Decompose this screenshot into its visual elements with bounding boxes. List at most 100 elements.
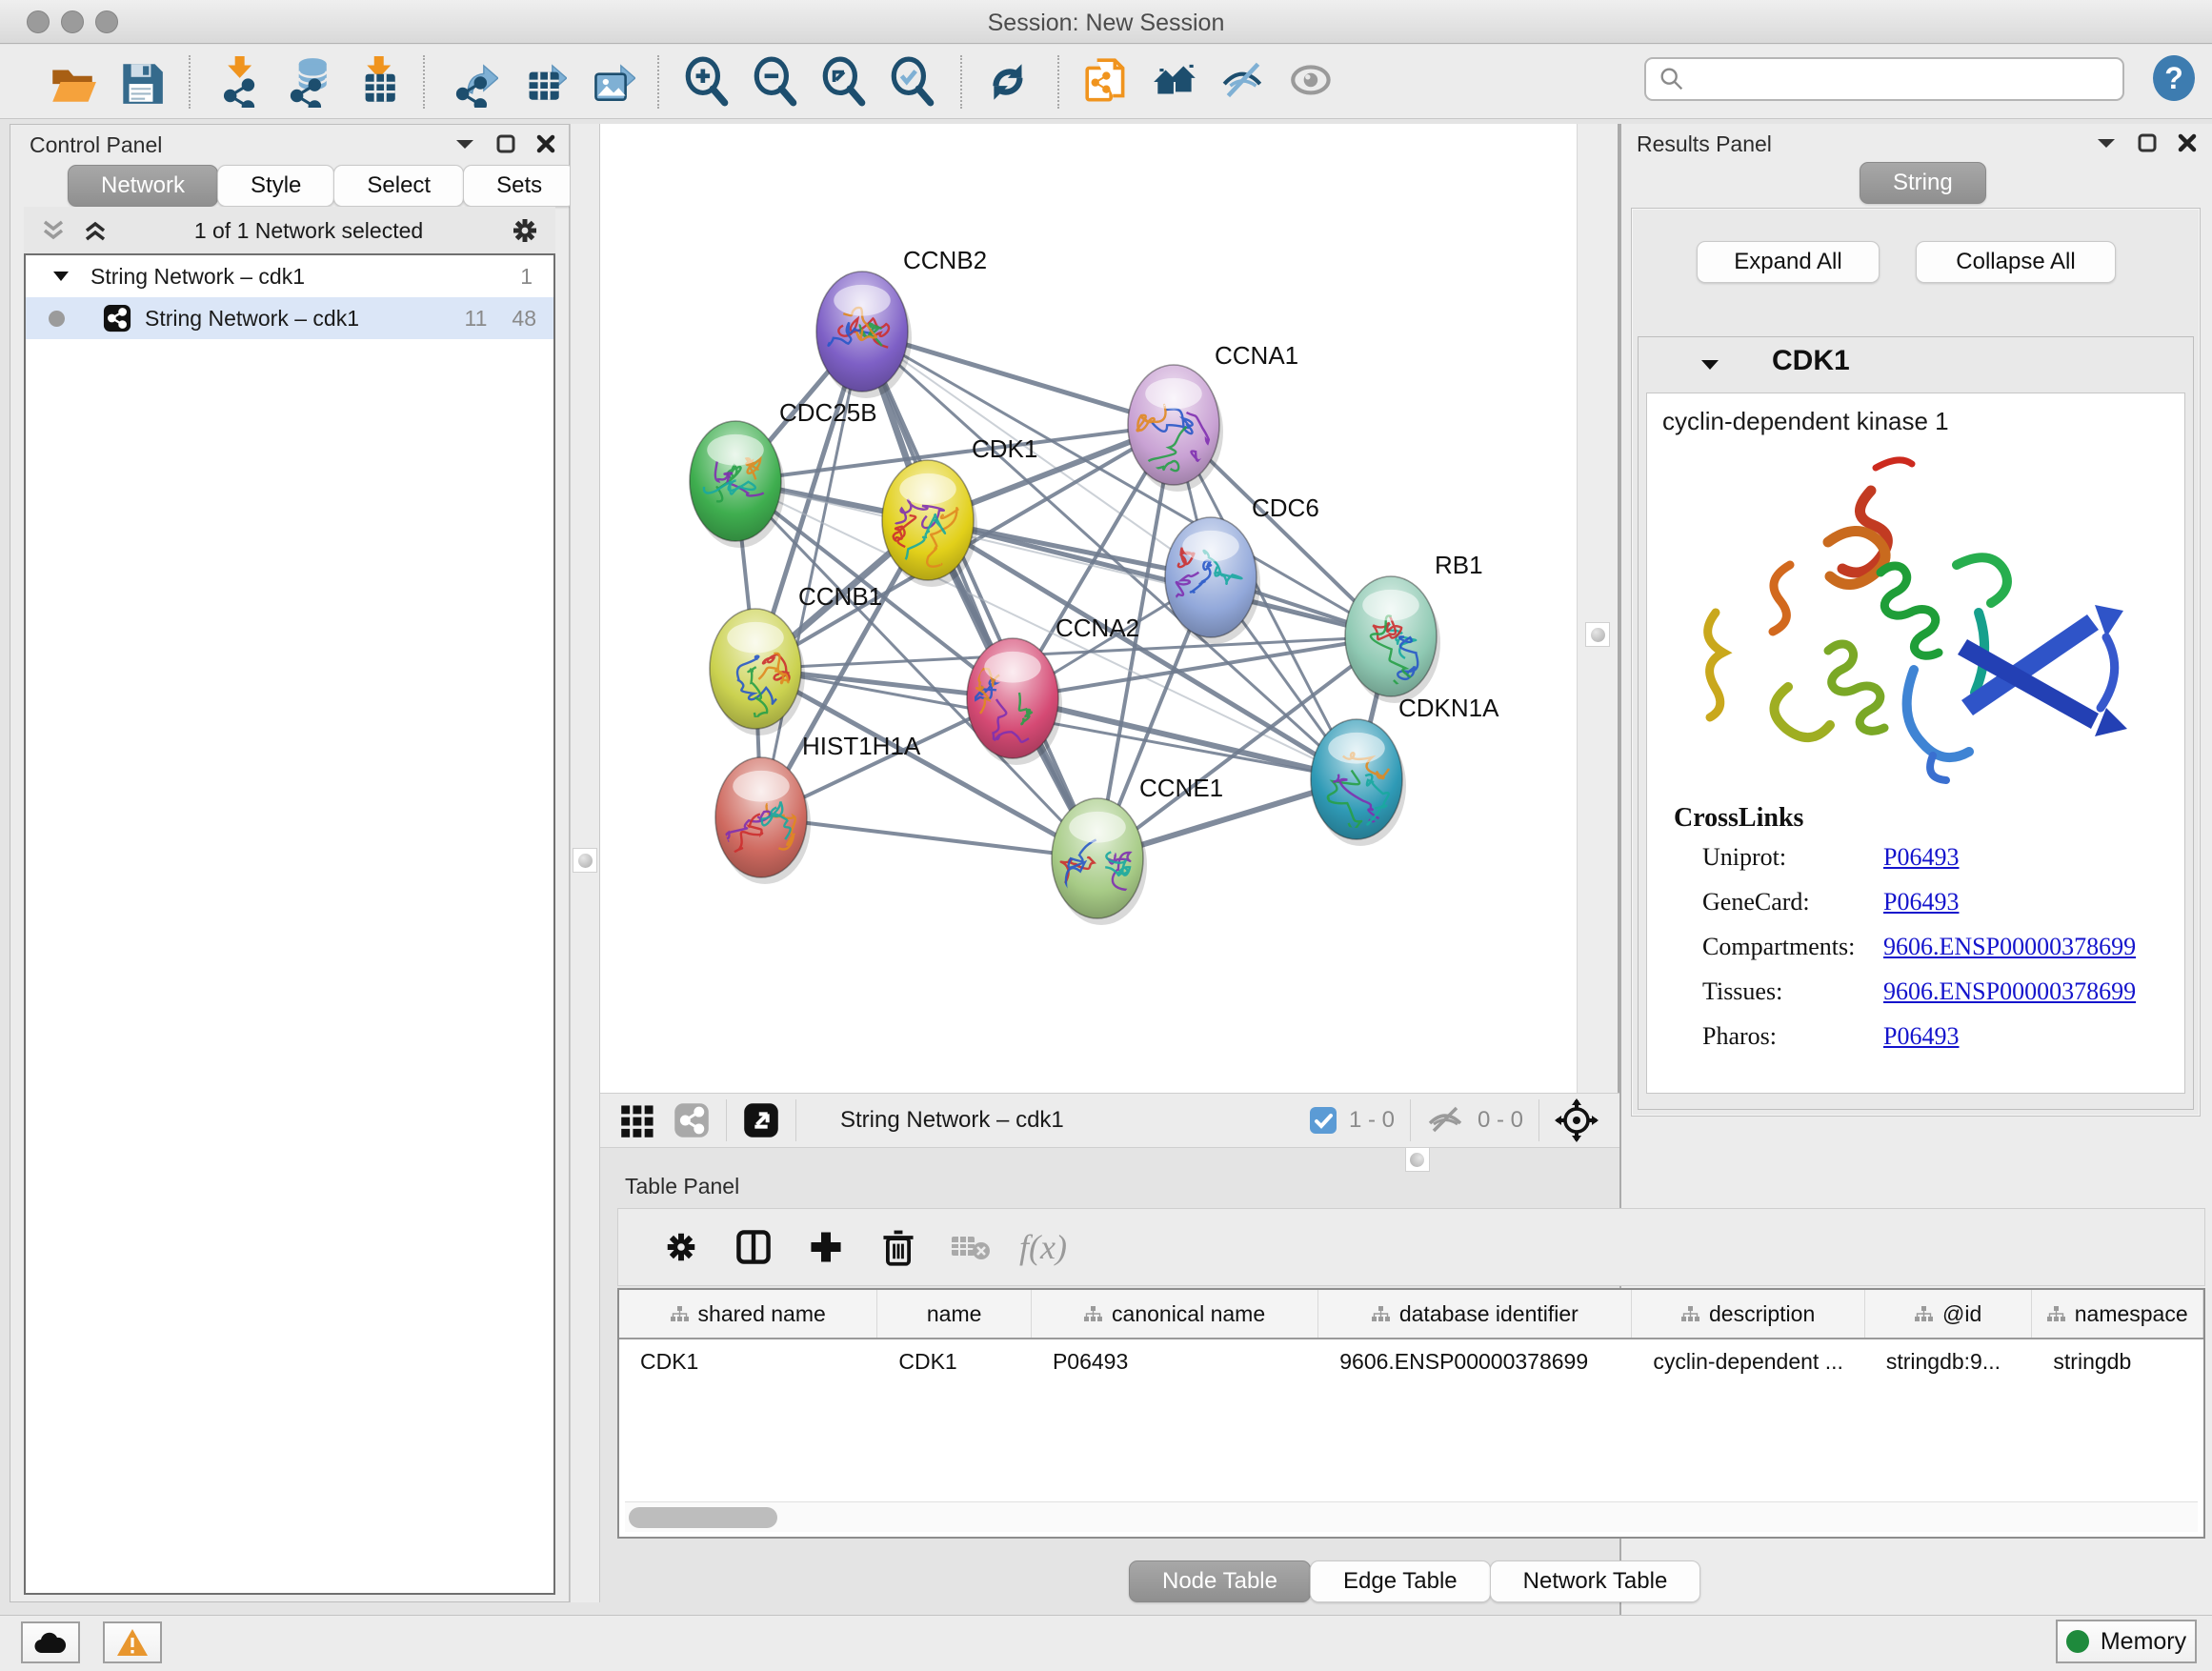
- fit-target-icon[interactable]: [1555, 1098, 1599, 1142]
- show-hidden-button[interactable]: [1278, 51, 1347, 112]
- tab-edge-table[interactable]: Edge Table: [1310, 1560, 1491, 1602]
- svg-text:?: ?: [2164, 61, 2183, 95]
- collapse-all-icon[interactable]: [41, 219, 66, 242]
- tree-expander-icon[interactable]: [52, 271, 70, 282]
- function-builder-button[interactable]: f(x): [1007, 1217, 1079, 1278]
- warning-button[interactable]: [103, 1621, 162, 1663]
- birdseye-view-icon[interactable]: [742, 1101, 780, 1139]
- zoom-selected-button[interactable]: [878, 51, 947, 112]
- node-label-CDKN1A[interactable]: CDKN1A: [1398, 694, 1499, 722]
- left-splitter-handle[interactable]: [573, 848, 597, 873]
- network-view-icon[interactable]: [673, 1101, 711, 1139]
- collapse-all-button[interactable]: Collapse All: [1916, 241, 2116, 283]
- column-header-canonicalname[interactable]: canonical name: [1032, 1290, 1318, 1338]
- import-network-file-icon: [212, 56, 264, 108]
- expand-all-icon[interactable]: [83, 219, 108, 242]
- network-canvas[interactable]: CCNB2 CCNA1 CDC25B CDK1 CDC6 RB1 CCNB1 CCNA2 CDK…: [600, 124, 1577, 1093]
- network-options-gear-icon[interactable]: [510, 215, 540, 246]
- node-label-CCNB2[interactable]: CCNB2: [903, 246, 987, 274]
- search-input[interactable]: [1694, 63, 2113, 95]
- duplicate-network-button[interactable]: [1073, 51, 1141, 112]
- right-splitter-handle[interactable]: [1585, 622, 1610, 647]
- search-box[interactable]: [1644, 57, 2124, 101]
- zoom-in-button[interactable]: [673, 51, 741, 112]
- horizontal-splitter-handle[interactable]: [1405, 1147, 1430, 1172]
- split-panel-button[interactable]: [717, 1217, 790, 1278]
- scrollbar-thumb[interactable]: [629, 1507, 777, 1528]
- network-row-selected[interactable]: String Network – cdk1 11 48: [26, 297, 553, 339]
- crosslink-link[interactable]: 9606.ENSP00000378699: [1883, 933, 2136, 961]
- node-label-CCNE1[interactable]: CCNE1: [1139, 774, 1223, 802]
- split-columns-icon: [734, 1228, 773, 1266]
- panel-menu-icon[interactable]: [454, 137, 475, 151]
- export-image-button[interactable]: [575, 51, 644, 112]
- selected-checkbox-icon[interactable]: [1309, 1106, 1337, 1135]
- gene-section: CDK1 cyclin-dependent kinase 1: [1638, 336, 2194, 1110]
- crosslink-link[interactable]: P06493: [1883, 1022, 1959, 1051]
- export-network-button[interactable]: [438, 51, 507, 112]
- crosslink-link[interactable]: 9606.ENSP00000378699: [1883, 977, 2136, 1006]
- gene-section-expander-icon[interactable]: [1699, 358, 1720, 372]
- table-settings-button[interactable]: [645, 1217, 717, 1278]
- node-label-RB1[interactable]: RB1: [1435, 551, 1483, 579]
- results-close-icon[interactable]: [2178, 133, 2197, 152]
- import-table-file-button[interactable]: [341, 51, 410, 112]
- search-homes-button[interactable]: [1141, 51, 1210, 112]
- column-header-name[interactable]: name: [877, 1290, 1032, 1338]
- expand-all-button[interactable]: Expand All: [1697, 241, 1880, 283]
- memory-button[interactable]: Memory: [2056, 1620, 2197, 1663]
- column-header-sharedname[interactable]: shared name: [619, 1290, 877, 1338]
- results-float-icon[interactable]: [2138, 133, 2157, 152]
- node-label-CCNA2[interactable]: CCNA2: [1056, 614, 1139, 642]
- show-hidden-icon: [1287, 56, 1338, 108]
- grid-view-icon[interactable]: [619, 1101, 657, 1139]
- edge-count: 48: [512, 306, 536, 332]
- panel-float-icon[interactable]: [496, 134, 515, 153]
- tab-sets[interactable]: Sets: [463, 165, 575, 207]
- help-button[interactable]: ?: [2149, 53, 2199, 103]
- add-column-button[interactable]: [790, 1217, 862, 1278]
- node-label-CDK1[interactable]: CDK1: [972, 434, 1037, 463]
- hide-selected-button[interactable]: [1210, 51, 1278, 112]
- zoom-out-button[interactable]: [741, 51, 810, 112]
- import-network-file-button[interactable]: [204, 51, 272, 112]
- panel-close-icon[interactable]: [536, 134, 555, 153]
- crosslink-link[interactable]: P06493: [1883, 888, 1959, 916]
- node-label-CDC25B[interactable]: CDC25B: [779, 398, 877, 427]
- export-table-button[interactable]: [507, 51, 575, 112]
- delete-column-button[interactable]: [862, 1217, 935, 1278]
- results-menu-icon[interactable]: [2096, 136, 2117, 150]
- cell-canonicalname: P06493: [1032, 1339, 1318, 1383]
- hidden-eye-icon[interactable]: [1426, 1104, 1466, 1137]
- table-row[interactable]: CDK1CDK1P064939606.ENSP00000378699cyclin…: [619, 1339, 2203, 1383]
- save-session-button[interactable]: [107, 51, 175, 112]
- import-network-database-button[interactable]: [272, 51, 341, 112]
- column-header-databaseidentifier[interactable]: database identifier: [1318, 1290, 1632, 1338]
- column-header-description[interactable]: description: [1632, 1290, 1864, 1338]
- node-label-CCNB1[interactable]: CCNB1: [798, 582, 882, 611]
- column-header-namespace[interactable]: namespace: [2032, 1290, 2203, 1338]
- refresh-view-button[interactable]: [975, 51, 1044, 112]
- tab-network[interactable]: Network: [68, 165, 218, 207]
- tab-style[interactable]: Style: [217, 165, 334, 207]
- cell-description: cyclin-dependent ...: [1632, 1339, 1864, 1383]
- node-label-CCNA1[interactable]: CCNA1: [1215, 341, 1298, 370]
- table-horizontal-scrollbar[interactable]: [625, 1501, 2198, 1532]
- node-label-CDC6[interactable]: CDC6: [1252, 493, 1319, 522]
- tab-network-table[interactable]: Network Table: [1490, 1560, 1701, 1602]
- zoom-in-icon: [681, 56, 733, 108]
- network-collection-row[interactable]: String Network – cdk1 1: [26, 255, 553, 297]
- control-panel-title: Control Panel: [30, 132, 162, 158]
- column-header-id[interactable]: @id: [1865, 1290, 2033, 1338]
- tab-node-table[interactable]: Node Table: [1129, 1560, 1311, 1602]
- cloud-button[interactable]: [21, 1621, 80, 1663]
- crosslink-link[interactable]: P06493: [1883, 843, 1959, 872]
- network-list-header: 1 of 1 Network selected: [24, 207, 555, 254]
- left-splitter[interactable]: [570, 124, 600, 1602]
- tab-string[interactable]: String: [1860, 162, 1986, 204]
- tab-select[interactable]: Select: [333, 165, 464, 207]
- zoom-fit-button[interactable]: [810, 51, 878, 112]
- open-session-button[interactable]: [38, 51, 107, 112]
- delete-table-button[interactable]: [935, 1217, 1007, 1278]
- node-label-HIST1H1A[interactable]: HIST1H1A: [802, 732, 921, 760]
